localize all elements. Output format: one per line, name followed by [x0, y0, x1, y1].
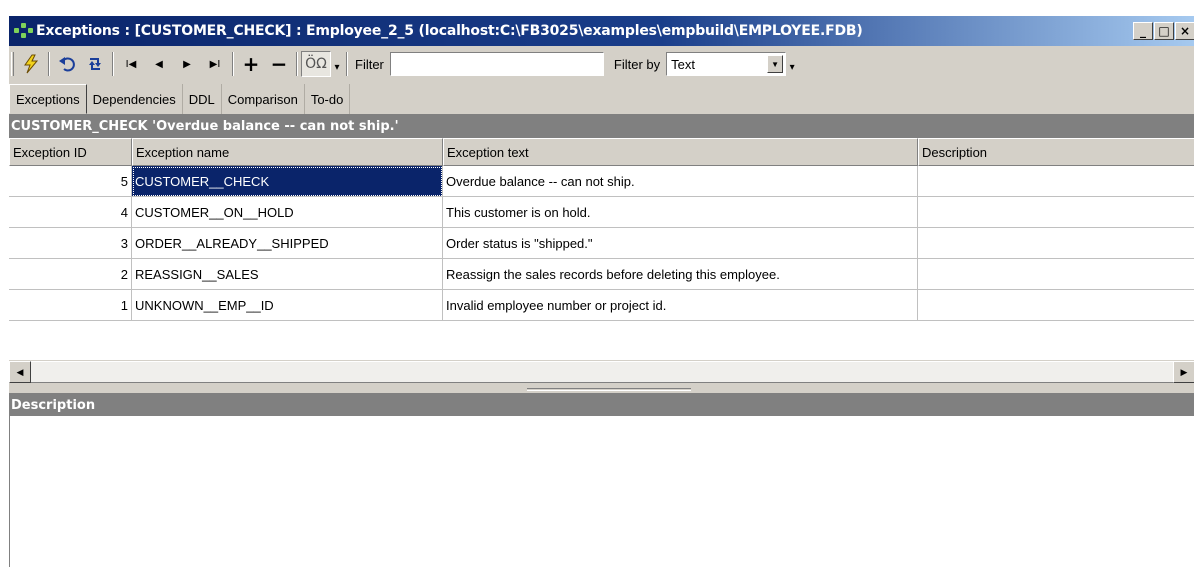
- tab-exceptions[interactable]: Exceptions: [9, 84, 87, 114]
- lightning-icon[interactable]: [17, 51, 45, 77]
- toolbar-separator: [48, 52, 50, 76]
- scroll-left-icon[interactable]: ◀: [9, 361, 31, 383]
- toolbar-grip[interactable]: [11, 52, 14, 76]
- tab-comparison[interactable]: Comparison: [222, 84, 305, 114]
- filter-label: Filter: [355, 56, 384, 72]
- filter-by-label: Filter by: [613, 56, 661, 72]
- cell-exception-name[interactable]: REASSIGN__SALES: [132, 259, 443, 290]
- window-title: Exceptions : [CUSTOMER_CHECK] : Employee…: [36, 23, 863, 39]
- tab-strip: Exceptions Dependencies DDL Comparison T…: [9, 84, 351, 114]
- title-bar[interactable]: Exceptions : [CUSTOMER_CHECK] : Employee…: [9, 16, 1194, 46]
- close-button[interactable]: ×: [1175, 22, 1194, 40]
- delete-icon[interactable]: −: [265, 51, 293, 77]
- cell-exception-name[interactable]: CUSTOMER__ON__HOLD: [132, 197, 443, 228]
- cell-exception-id[interactable]: 5: [9, 166, 132, 197]
- charset-dropdown-icon[interactable]: ▾: [331, 51, 343, 77]
- toolbar-separator: [346, 52, 348, 76]
- next-icon[interactable]: ▶: [173, 51, 201, 77]
- cell-exception-id[interactable]: 2: [9, 259, 132, 290]
- column-header-exception-id[interactable]: Exception ID: [9, 138, 132, 166]
- cell-description[interactable]: [918, 166, 1194, 197]
- tab-todo[interactable]: To-do: [305, 84, 351, 114]
- last-icon[interactable]: ▶I: [201, 51, 229, 77]
- cell-exception-name[interactable]: CUSTOMER__CHECK: [132, 166, 443, 197]
- panel-splitter[interactable]: [9, 383, 1194, 393]
- horizontal-scrollbar[interactable]: ◀ ▶: [9, 361, 1194, 383]
- minimize-button[interactable]: _: [1133, 22, 1153, 40]
- table-row[interactable]: 3 ORDER__ALREADY__SHIPPED Order status i…: [9, 228, 1194, 259]
- cell-description[interactable]: [918, 197, 1194, 228]
- tab-ddl[interactable]: DDL: [183, 84, 222, 114]
- splitter-grip[interactable]: [527, 388, 691, 391]
- description-editor[interactable]: [9, 416, 1194, 567]
- chevron-down-icon[interactable]: ▼: [767, 55, 784, 73]
- cell-exception-text[interactable]: Overdue balance -- can not ship.: [443, 166, 918, 197]
- table-row[interactable]: 5 CUSTOMER__CHECK Overdue balance -- can…: [9, 166, 1194, 197]
- cell-exception-name[interactable]: ORDER__ALREADY__SHIPPED: [132, 228, 443, 259]
- cell-description[interactable]: [918, 290, 1194, 321]
- cell-exception-text[interactable]: Reassign the sales records before deleti…: [443, 259, 918, 290]
- cell-description[interactable]: [918, 228, 1194, 259]
- scroll-right-icon[interactable]: ▶: [1173, 361, 1194, 383]
- table-row[interactable]: 1 UNKNOWN__EMP__ID Invalid employee numb…: [9, 290, 1194, 321]
- toolbar-separator: [296, 52, 298, 76]
- cell-exception-id[interactable]: 3: [9, 228, 132, 259]
- toolbar-separator: [232, 52, 234, 76]
- toolbar-separator: [112, 52, 114, 76]
- record-header-bar: CUSTOMER_CHECK 'Overdue balance -- can n…: [9, 114, 1194, 138]
- column-header-exception-name[interactable]: Exception name: [132, 138, 443, 166]
- add-icon[interactable]: +: [237, 51, 265, 77]
- cell-exception-id[interactable]: 4: [9, 197, 132, 228]
- cell-exception-text[interactable]: This customer is on hold.: [443, 197, 918, 228]
- cell-exception-name[interactable]: UNKNOWN__EMP__ID: [132, 290, 443, 321]
- filter-input[interactable]: [389, 52, 604, 76]
- charset-icon[interactable]: ÖΩ: [301, 51, 331, 77]
- scrollbar-track[interactable]: [31, 361, 1137, 383]
- tab-dependencies[interactable]: Dependencies: [87, 84, 183, 114]
- prev-icon[interactable]: ◀: [145, 51, 173, 77]
- cell-description[interactable]: [918, 259, 1194, 290]
- maximize-button[interactable]: □: [1154, 22, 1174, 40]
- cell-exception-id[interactable]: 1: [9, 290, 132, 321]
- grid-header: Exception ID Exception name Exception te…: [9, 138, 1194, 166]
- refresh-icon[interactable]: [81, 51, 109, 77]
- table-row[interactable]: 2 REASSIGN__SALES Reassign the sales rec…: [9, 259, 1194, 290]
- cell-exception-text[interactable]: Invalid employee number or project id.: [443, 290, 918, 321]
- toolbar: I◀ ◀ ▶ ▶I + − ÖΩ ▾ Filter Filter by Text…: [9, 48, 1194, 80]
- filter-by-value: Text: [671, 56, 695, 72]
- column-header-exception-text[interactable]: Exception text: [443, 138, 918, 166]
- description-header-bar: Description: [9, 393, 1194, 417]
- first-icon[interactable]: I◀: [117, 51, 145, 77]
- exceptions-window: Exceptions : [CUSTOMER_CHECK] : Employee…: [8, 16, 1194, 567]
- column-header-description[interactable]: Description: [918, 138, 1194, 166]
- exceptions-grid: Exception ID Exception name Exception te…: [9, 138, 1194, 360]
- app-icon: [14, 23, 34, 39]
- undo-icon[interactable]: [53, 51, 81, 77]
- cell-exception-text[interactable]: Order status is "shipped.": [443, 228, 918, 259]
- table-row[interactable]: 4 CUSTOMER__ON__HOLD This customer is on…: [9, 197, 1194, 228]
- filter-by-select[interactable]: Text ▼: [666, 52, 787, 76]
- toolbar-more-icon[interactable]: ▾: [786, 51, 798, 77]
